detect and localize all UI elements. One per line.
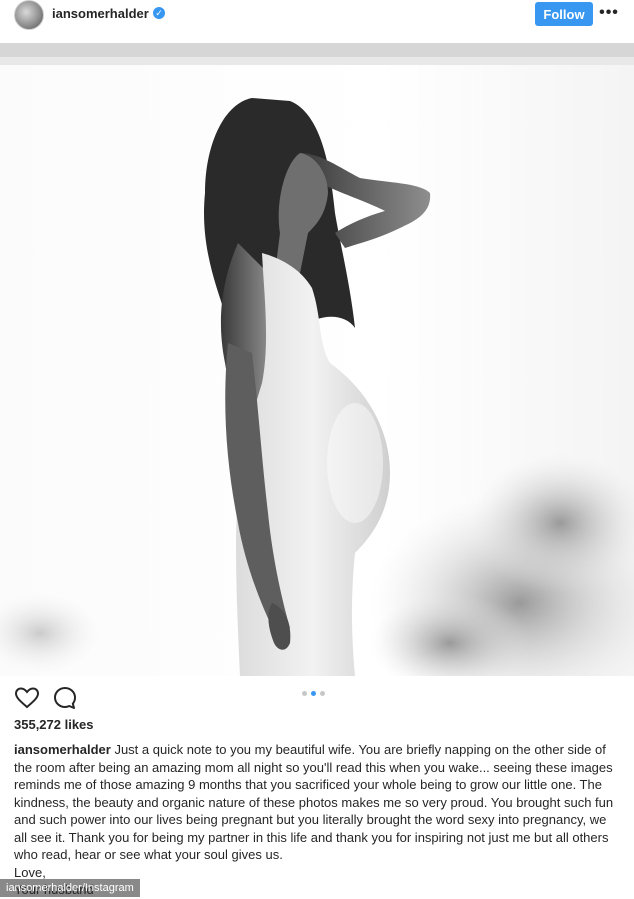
follow-button[interactable]: Follow	[535, 2, 593, 26]
comment-icon[interactable]	[52, 685, 78, 711]
caption-username[interactable]: iansomerhalder	[14, 742, 111, 757]
header-username[interactable]: iansomerhalder	[52, 6, 149, 21]
verified-badge-icon: ✓	[153, 7, 165, 19]
post-image	[0, 43, 634, 676]
more-options-icon[interactable]: •••	[598, 2, 620, 26]
photo-credit: iansomerhalder/Instagram	[0, 879, 140, 897]
profile-avatar[interactable]	[14, 0, 44, 30]
caption-text: Just a quick note to you my beautiful wi…	[14, 742, 614, 862]
post-photo[interactable]	[0, 43, 634, 676]
post-actions	[0, 682, 634, 716]
post-header: iansomerhalder ✓ Follow •••	[0, 0, 634, 30]
likes-count[interactable]: 355,272 likes	[14, 717, 94, 732]
carousel-indicator	[302, 691, 325, 696]
post-caption: iansomerhalder Just a quick note to you …	[14, 741, 618, 899]
heart-icon[interactable]	[14, 685, 40, 711]
carousel-dot	[302, 691, 307, 696]
carousel-dot-active	[311, 691, 316, 696]
carousel-dot	[320, 691, 325, 696]
